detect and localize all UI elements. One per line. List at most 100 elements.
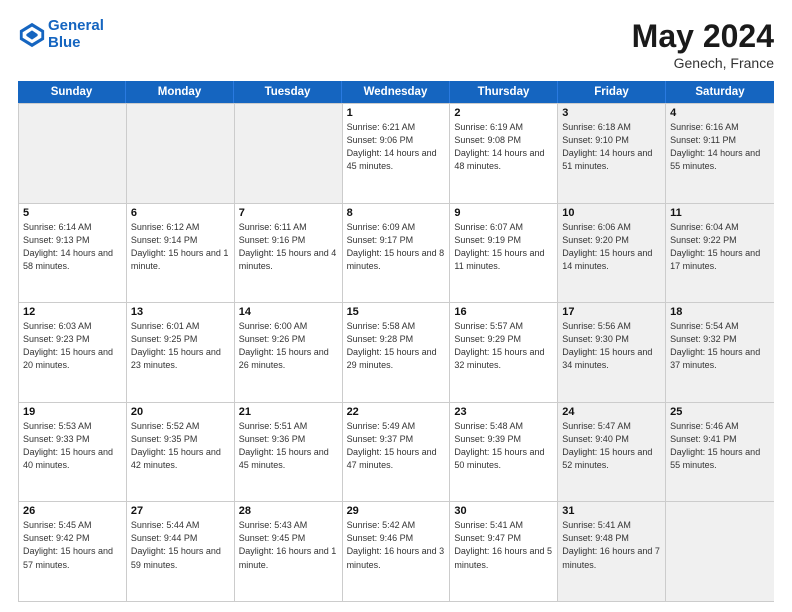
calendar-cell: 19Sunrise: 5:53 AMSunset: 9:33 PMDayligh… xyxy=(19,403,127,502)
daylight-text: Daylight: 15 hours and 8 minutes. xyxy=(347,247,446,273)
calendar-cell: 30Sunrise: 5:41 AMSunset: 9:47 PMDayligh… xyxy=(450,502,558,601)
sunset-text: Sunset: 9:20 PM xyxy=(562,234,661,247)
daylight-text: Daylight: 14 hours and 55 minutes. xyxy=(670,147,770,173)
sunrise-text: Sunrise: 5:47 AM xyxy=(562,420,661,433)
day-number: 2 xyxy=(454,107,553,119)
day-number: 13 xyxy=(131,306,230,318)
sunrise-text: Sunrise: 6:14 AM xyxy=(23,221,122,234)
sunset-text: Sunset: 9:19 PM xyxy=(454,234,553,247)
sunset-text: Sunset: 9:26 PM xyxy=(239,333,338,346)
logo-icon xyxy=(18,21,46,49)
weekday-header: Monday xyxy=(126,81,234,103)
weekday-header: Saturday xyxy=(666,81,774,103)
calendar-cell: 2Sunrise: 6:19 AMSunset: 9:08 PMDaylight… xyxy=(450,104,558,203)
day-number: 23 xyxy=(454,406,553,418)
calendar-cell: 16Sunrise: 5:57 AMSunset: 9:29 PMDayligh… xyxy=(450,303,558,402)
calendar-cell: 8Sunrise: 6:09 AMSunset: 9:17 PMDaylight… xyxy=(343,204,451,303)
sunset-text: Sunset: 9:32 PM xyxy=(670,333,770,346)
calendar-cell: 4 Sunrise: 6:16 AMSunset: 9:11 PMDaylight… xyxy=(666,104,774,203)
sunrise-text: Sunrise: 6:11 AM xyxy=(239,221,338,234)
daylight-text: Daylight: 15 hours and 45 minutes. xyxy=(239,446,338,472)
daylight-text: Daylight: 15 hours and 29 minutes. xyxy=(347,346,446,372)
sunrise-text: Sunrise: 5:56 AM xyxy=(562,320,661,333)
sunrise-text: Sunrise: 5:58 AM xyxy=(347,320,446,333)
title-block: May 2024 Genech, France xyxy=(632,18,774,71)
sunset-text: Sunset: 9:06 PM xyxy=(347,134,446,147)
sunrise-text: Sunrise: 6:16 AM xyxy=(670,121,770,134)
sunset-text: Sunset: 9:37 PM xyxy=(347,433,446,446)
calendar-cell: 18Sunrise: 5:54 AMSunset: 9:32 PMDayligh… xyxy=(666,303,774,402)
sunset-text: Sunset: 9:46 PM xyxy=(347,532,446,545)
sunset-text: Sunset: 9:10 PM xyxy=(562,134,661,147)
calendar-cell: 17Sunrise: 5:56 AMSunset: 9:30 PMDayligh… xyxy=(558,303,666,402)
calendar-week: 19Sunrise: 5:53 AMSunset: 9:33 PMDayligh… xyxy=(19,402,774,502)
sunset-text: Sunset: 9:45 PM xyxy=(239,532,338,545)
day-number: 31 xyxy=(562,505,661,517)
daylight-text: Daylight: 15 hours and 17 minutes. xyxy=(670,247,770,273)
day-number: 4 xyxy=(670,107,770,119)
sunrise-text: Sunrise: 6:04 AM xyxy=(670,221,770,234)
daylight-text: Daylight: 16 hours and 5 minutes. xyxy=(454,545,553,571)
daylight-text: Daylight: 15 hours and 57 minutes. xyxy=(23,545,122,571)
sunrise-text: Sunrise: 5:41 AM xyxy=(454,519,553,532)
sunrise-text: Sunrise: 6:00 AM xyxy=(239,320,338,333)
sunset-text: Sunset: 9:16 PM xyxy=(239,234,338,247)
sunset-text: Sunset: 9:47 PM xyxy=(454,532,553,545)
sunrise-text: Sunrise: 5:45 AM xyxy=(23,519,122,532)
calendar-cell: 10Sunrise: 6:06 AMSunset: 9:20 PMDayligh… xyxy=(558,204,666,303)
header: General Blue May 2024 Genech, France xyxy=(18,18,774,71)
day-number: 15 xyxy=(347,306,446,318)
calendar-cell: 15Sunrise: 5:58 AMSunset: 9:28 PMDayligh… xyxy=(343,303,451,402)
sunrise-text: Sunrise: 6:01 AM xyxy=(131,320,230,333)
sunset-text: Sunset: 9:41 PM xyxy=(670,433,770,446)
sunset-text: Sunset: 9:39 PM xyxy=(454,433,553,446)
weekday-header: Friday xyxy=(558,81,666,103)
sunset-text: Sunset: 9:11 PM xyxy=(670,134,770,147)
calendar-cell: 21Sunrise: 5:51 AMSunset: 9:36 PMDayligh… xyxy=(235,403,343,502)
sunset-text: Sunset: 9:30 PM xyxy=(562,333,661,346)
sunset-text: Sunset: 9:25 PM xyxy=(131,333,230,346)
sunrise-text: Sunrise: 5:57 AM xyxy=(454,320,553,333)
sunrise-text: Sunrise: 5:48 AM xyxy=(454,420,553,433)
day-number: 14 xyxy=(239,306,338,318)
sunrise-text: Sunrise: 5:53 AM xyxy=(23,420,122,433)
calendar-cell: 11Sunrise: 6:04 AMSunset: 9:22 PMDayligh… xyxy=(666,204,774,303)
calendar-cell: 24Sunrise: 5:47 AMSunset: 9:40 PMDayligh… xyxy=(558,403,666,502)
daylight-text: Daylight: 16 hours and 7 minutes. xyxy=(562,545,661,571)
sunrise-text: Sunrise: 5:41 AM xyxy=(562,519,661,532)
sunset-text: Sunset: 9:22 PM xyxy=(670,234,770,247)
day-number: 7 xyxy=(239,207,338,219)
day-number: 6 xyxy=(131,207,230,219)
calendar-cell: 9Sunrise: 6:07 AMSunset: 9:19 PMDaylight… xyxy=(450,204,558,303)
weekday-header: Sunday xyxy=(18,81,126,103)
day-number: 22 xyxy=(347,406,446,418)
daylight-text: Daylight: 15 hours and 55 minutes. xyxy=(670,446,770,472)
calendar-cell: 14Sunrise: 6:00 AMSunset: 9:26 PMDayligh… xyxy=(235,303,343,402)
sunrise-text: Sunrise: 6:19 AM xyxy=(454,121,553,134)
calendar-body: 1Sunrise: 6:21 AMSunset: 9:06 PMDaylight… xyxy=(18,103,774,602)
sunset-text: Sunset: 9:17 PM xyxy=(347,234,446,247)
calendar-cell xyxy=(127,104,235,203)
sunrise-text: Sunrise: 5:42 AM xyxy=(347,519,446,532)
logo-text: General Blue xyxy=(48,18,104,51)
sunset-text: Sunset: 9:42 PM xyxy=(23,532,122,545)
day-number: 26 xyxy=(23,505,122,517)
sunrise-text: Sunrise: 5:46 AM xyxy=(670,420,770,433)
calendar: SundayMondayTuesdayWednesdayThursdayFrid… xyxy=(18,81,774,602)
day-number: 10 xyxy=(562,207,661,219)
calendar-cell: 6Sunrise: 6:12 AMSunset: 9:14 PMDaylight… xyxy=(127,204,235,303)
daylight-text: Daylight: 14 hours and 45 minutes. xyxy=(347,147,446,173)
calendar-cell: 12Sunrise: 6:03 AMSunset: 9:23 PMDayligh… xyxy=(19,303,127,402)
day-number: 28 xyxy=(239,505,338,517)
day-number: 21 xyxy=(239,406,338,418)
daylight-text: Daylight: 14 hours and 58 minutes. xyxy=(23,247,122,273)
sunset-text: Sunset: 9:13 PM xyxy=(23,234,122,247)
calendar-cell xyxy=(19,104,127,203)
calendar-cell: 23Sunrise: 5:48 AMSunset: 9:39 PMDayligh… xyxy=(450,403,558,502)
location: Genech, France xyxy=(632,55,774,71)
daylight-text: Daylight: 15 hours and 42 minutes. xyxy=(131,446,230,472)
day-number: 1 xyxy=(347,107,446,119)
sunrise-text: Sunrise: 5:51 AM xyxy=(239,420,338,433)
calendar-cell: 27Sunrise: 5:44 AMSunset: 9:44 PMDayligh… xyxy=(127,502,235,601)
calendar-cell: 5Sunrise: 6:14 AMSunset: 9:13 PMDaylight… xyxy=(19,204,127,303)
